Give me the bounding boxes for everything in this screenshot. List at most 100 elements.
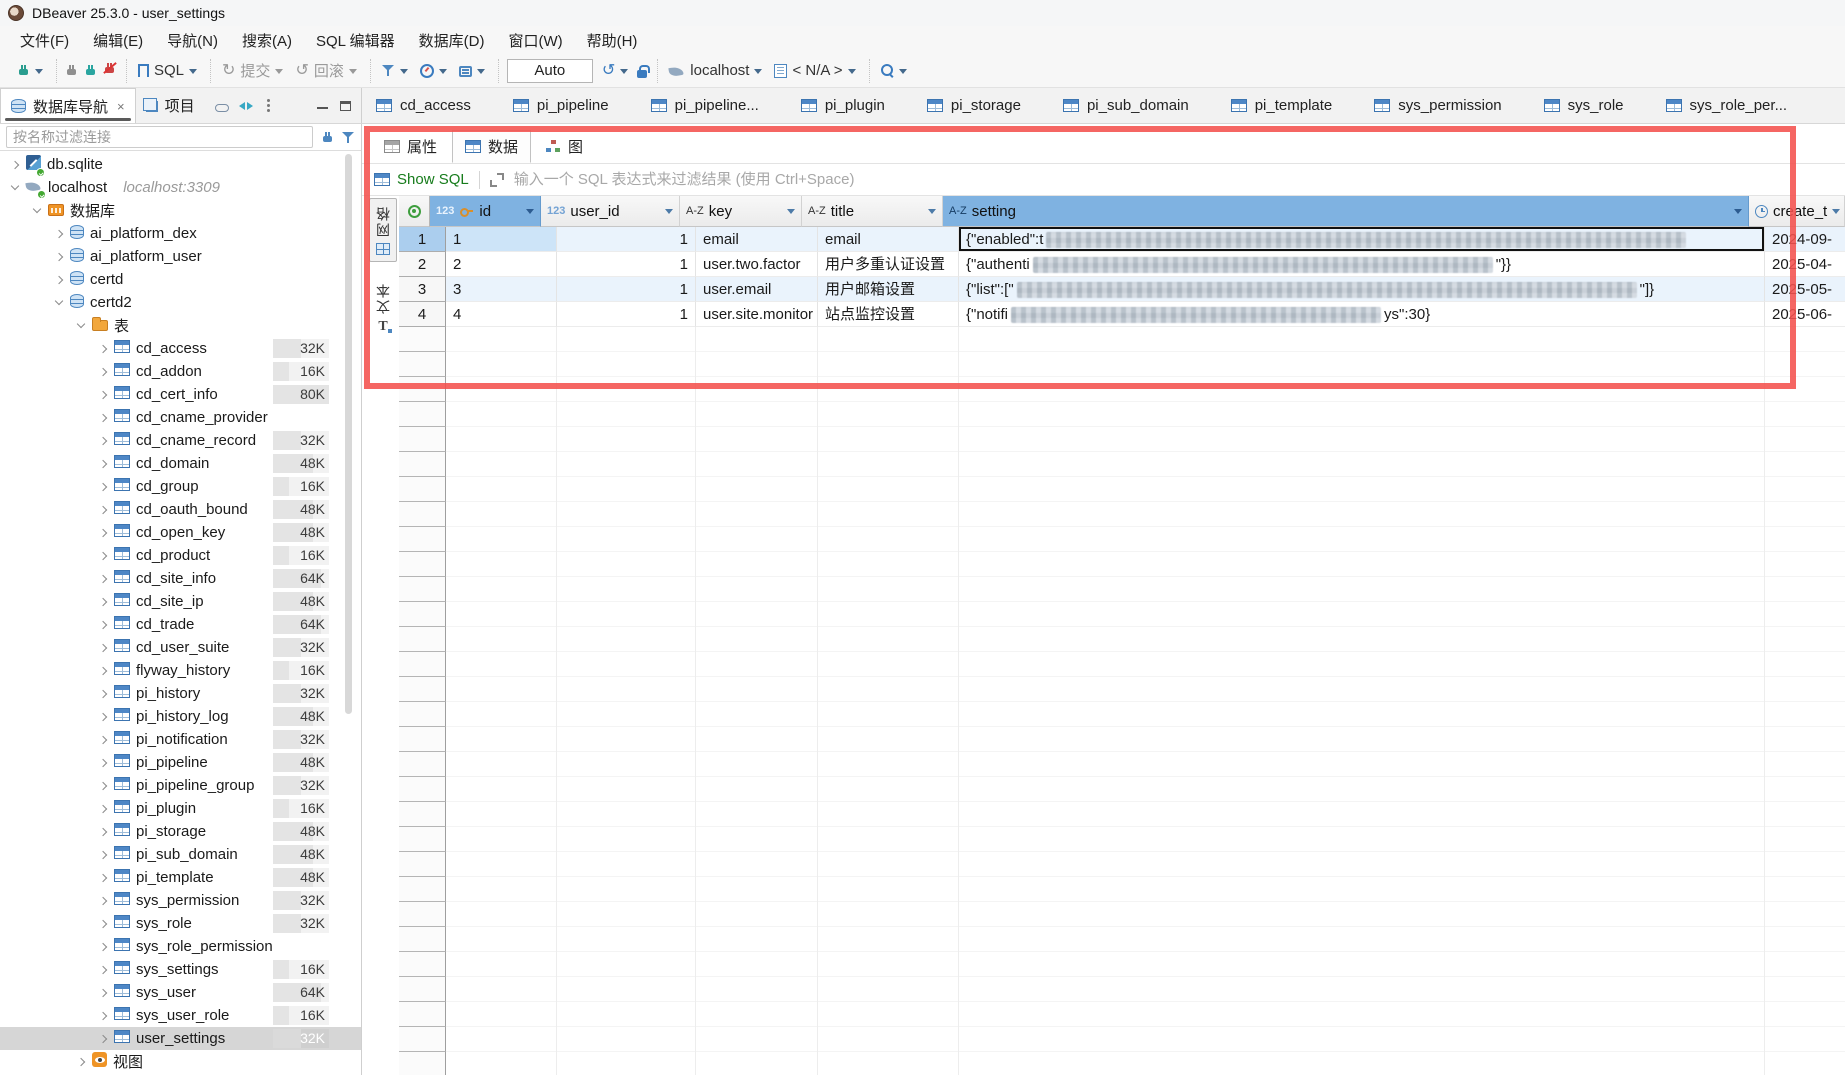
chevron-icon[interactable] bbox=[99, 620, 107, 628]
link-editor-icon[interactable] bbox=[215, 104, 229, 112]
tree-item-表[interactable]: 表 bbox=[0, 314, 361, 337]
editor-tab[interactable]: pi_plugin bbox=[787, 88, 913, 123]
tree-item-cd_cname_provider[interactable]: cd_cname_provider bbox=[0, 406, 361, 429]
tree-item-flyway_history[interactable]: flyway_history16K bbox=[0, 659, 361, 682]
chevron-icon[interactable] bbox=[99, 896, 107, 904]
tree-item-cd_cert_info[interactable]: cd_cert_info80K bbox=[0, 383, 361, 406]
chevron-icon[interactable] bbox=[99, 781, 107, 789]
tab-database-navigator[interactable]: 数据库导航 × bbox=[0, 88, 136, 123]
chevron-icon[interactable] bbox=[55, 252, 63, 260]
minimize-panel-icon[interactable] bbox=[317, 100, 328, 109]
column-dropdown-icon[interactable] bbox=[928, 209, 936, 218]
tree-item-cd_oauth_bound[interactable]: cd_oauth_bound48K bbox=[0, 498, 361, 521]
tree-item-localhost[interactable]: localhostlocalhost:3309 bbox=[0, 176, 361, 199]
tree-item-pi_storage[interactable]: pi_storage48K bbox=[0, 820, 361, 843]
tree-item-cd_cname_record[interactable]: cd_cname_record32K bbox=[0, 429, 361, 452]
connection-selector[interactable]: localhost bbox=[666, 60, 765, 81]
cell-user-id[interactable]: 1 bbox=[557, 277, 696, 302]
cell-create-time[interactable]: 2025-04- bbox=[1765, 252, 1845, 277]
column-header-user_id[interactable]: 123user_id bbox=[541, 196, 680, 227]
cell-user-id[interactable]: 1 bbox=[557, 252, 696, 277]
editor-tab[interactable]: pi_storage bbox=[913, 88, 1049, 123]
performance-button[interactable] bbox=[417, 62, 450, 80]
tree-item-sys_permission[interactable]: sys_permission32K bbox=[0, 889, 361, 912]
row-number[interactable]: 3 bbox=[399, 277, 446, 302]
chevron-icon[interactable] bbox=[99, 459, 107, 467]
tab-data[interactable]: 数据 bbox=[452, 130, 531, 163]
view-menu-icon[interactable] bbox=[267, 104, 270, 107]
chevron-icon[interactable] bbox=[99, 689, 107, 697]
cell-title[interactable]: 用户邮箱设置 bbox=[818, 277, 959, 302]
column-header-key[interactable]: A-Zkey bbox=[680, 196, 802, 227]
editor-tab[interactable]: pi_sub_domain bbox=[1049, 88, 1217, 123]
chevron-icon[interactable] bbox=[11, 182, 19, 190]
menu-item[interactable]: 数据库(D) bbox=[409, 27, 495, 54]
rail-tab-text[interactable]: 文本 T bbox=[370, 276, 396, 339]
menu-item[interactable]: SQL 编辑器 bbox=[306, 27, 405, 54]
column-dropdown-icon[interactable] bbox=[1832, 209, 1840, 218]
tab-properties[interactable]: 属性 bbox=[371, 130, 450, 163]
chevron-icon[interactable] bbox=[33, 205, 41, 213]
navigator-filter-icon[interactable] bbox=[342, 131, 355, 144]
sync-icon[interactable] bbox=[239, 100, 253, 112]
chevron-icon[interactable] bbox=[99, 436, 107, 444]
sql-editor-dropdown-icon[interactable] bbox=[189, 69, 197, 78]
tree-item-pi_sub_domain[interactable]: pi_sub_domain48K bbox=[0, 843, 361, 866]
chevron-icon[interactable] bbox=[99, 344, 107, 352]
commit-dropdown-icon[interactable] bbox=[275, 69, 283, 78]
tree-item-cd_site_ip[interactable]: cd_site_ip48K bbox=[0, 590, 361, 613]
chevron-icon[interactable] bbox=[99, 413, 107, 421]
tree-item-视图[interactable]: 视图 bbox=[0, 1050, 361, 1073]
cell-setting[interactable]: {"notifiys":30} bbox=[959, 302, 1765, 327]
cell-title[interactable]: 站点监控设置 bbox=[818, 302, 959, 327]
cell-id[interactable]: 2 bbox=[446, 252, 557, 277]
lock-icon[interactable] bbox=[637, 70, 647, 78]
result-filter-input[interactable] bbox=[514, 171, 1845, 188]
tree-item-ai_platform_user[interactable]: ai_platform_user bbox=[0, 245, 361, 268]
chevron-icon[interactable] bbox=[55, 229, 63, 237]
tasks-dropdown-icon[interactable] bbox=[477, 69, 485, 78]
editor-tab[interactable]: pi_pipeline bbox=[499, 88, 637, 123]
expand-filter-icon[interactable] bbox=[490, 173, 504, 187]
new-connection-button[interactable] bbox=[14, 62, 46, 80]
column-dropdown-icon[interactable] bbox=[787, 209, 795, 218]
tree-item-db.sqlite[interactable]: db.sqlite bbox=[0, 153, 361, 176]
tree-item-sys_settings[interactable]: sys_settings16K bbox=[0, 958, 361, 981]
commit-button[interactable]: ↻提交 bbox=[219, 58, 286, 83]
rollback-button[interactable]: ↺回滚 bbox=[292, 58, 359, 83]
history-button[interactable]: ↺ bbox=[599, 61, 631, 81]
column-header-create_t[interactable]: create_t bbox=[1749, 196, 1845, 227]
cell-title[interactable]: email bbox=[818, 227, 959, 252]
cell-setting[interactable]: {"enabled":t bbox=[959, 227, 1765, 252]
tree-item-cd_domain[interactable]: cd_domain48K bbox=[0, 452, 361, 475]
tree-item-sys_user[interactable]: sys_user64K bbox=[0, 981, 361, 1004]
history-dropdown-icon[interactable] bbox=[620, 69, 628, 78]
chevron-icon[interactable] bbox=[11, 160, 19, 168]
chevron-icon[interactable] bbox=[99, 919, 107, 927]
menu-item[interactable]: 编辑(E) bbox=[83, 27, 153, 54]
editor-tab[interactable]: pi_template bbox=[1217, 88, 1361, 123]
column-dropdown-icon[interactable] bbox=[526, 209, 534, 218]
chevron-icon[interactable] bbox=[99, 597, 107, 605]
chevron-icon[interactable] bbox=[77, 320, 85, 328]
editor-tab[interactable]: sys_role bbox=[1530, 88, 1652, 123]
tab-project[interactable]: 项目 bbox=[136, 88, 205, 123]
close-icon[interactable]: × bbox=[117, 99, 125, 114]
cell-id[interactable]: 4 bbox=[446, 302, 557, 327]
tree-item-pi_notification[interactable]: pi_notification32K bbox=[0, 728, 361, 751]
cell-user-id[interactable]: 1 bbox=[557, 227, 696, 252]
rollback-dropdown-icon[interactable] bbox=[349, 69, 357, 78]
chevron-icon[interactable] bbox=[99, 965, 107, 973]
chevron-icon[interactable] bbox=[99, 482, 107, 490]
chevron-icon[interactable] bbox=[99, 942, 107, 950]
chevron-icon[interactable] bbox=[99, 735, 107, 743]
column-header-id[interactable]: 123id bbox=[430, 196, 541, 227]
column-dropdown-icon[interactable] bbox=[1734, 209, 1742, 218]
commit-mode-input[interactable] bbox=[507, 59, 593, 83]
cell-setting[interactable]: {"authenti"}} bbox=[959, 252, 1765, 277]
reconnect-icon[interactable] bbox=[84, 64, 97, 77]
tasks-button[interactable] bbox=[456, 62, 488, 80]
chevron-icon[interactable] bbox=[99, 850, 107, 858]
chevron-icon[interactable] bbox=[99, 528, 107, 536]
chevron-icon[interactable] bbox=[77, 1057, 85, 1065]
